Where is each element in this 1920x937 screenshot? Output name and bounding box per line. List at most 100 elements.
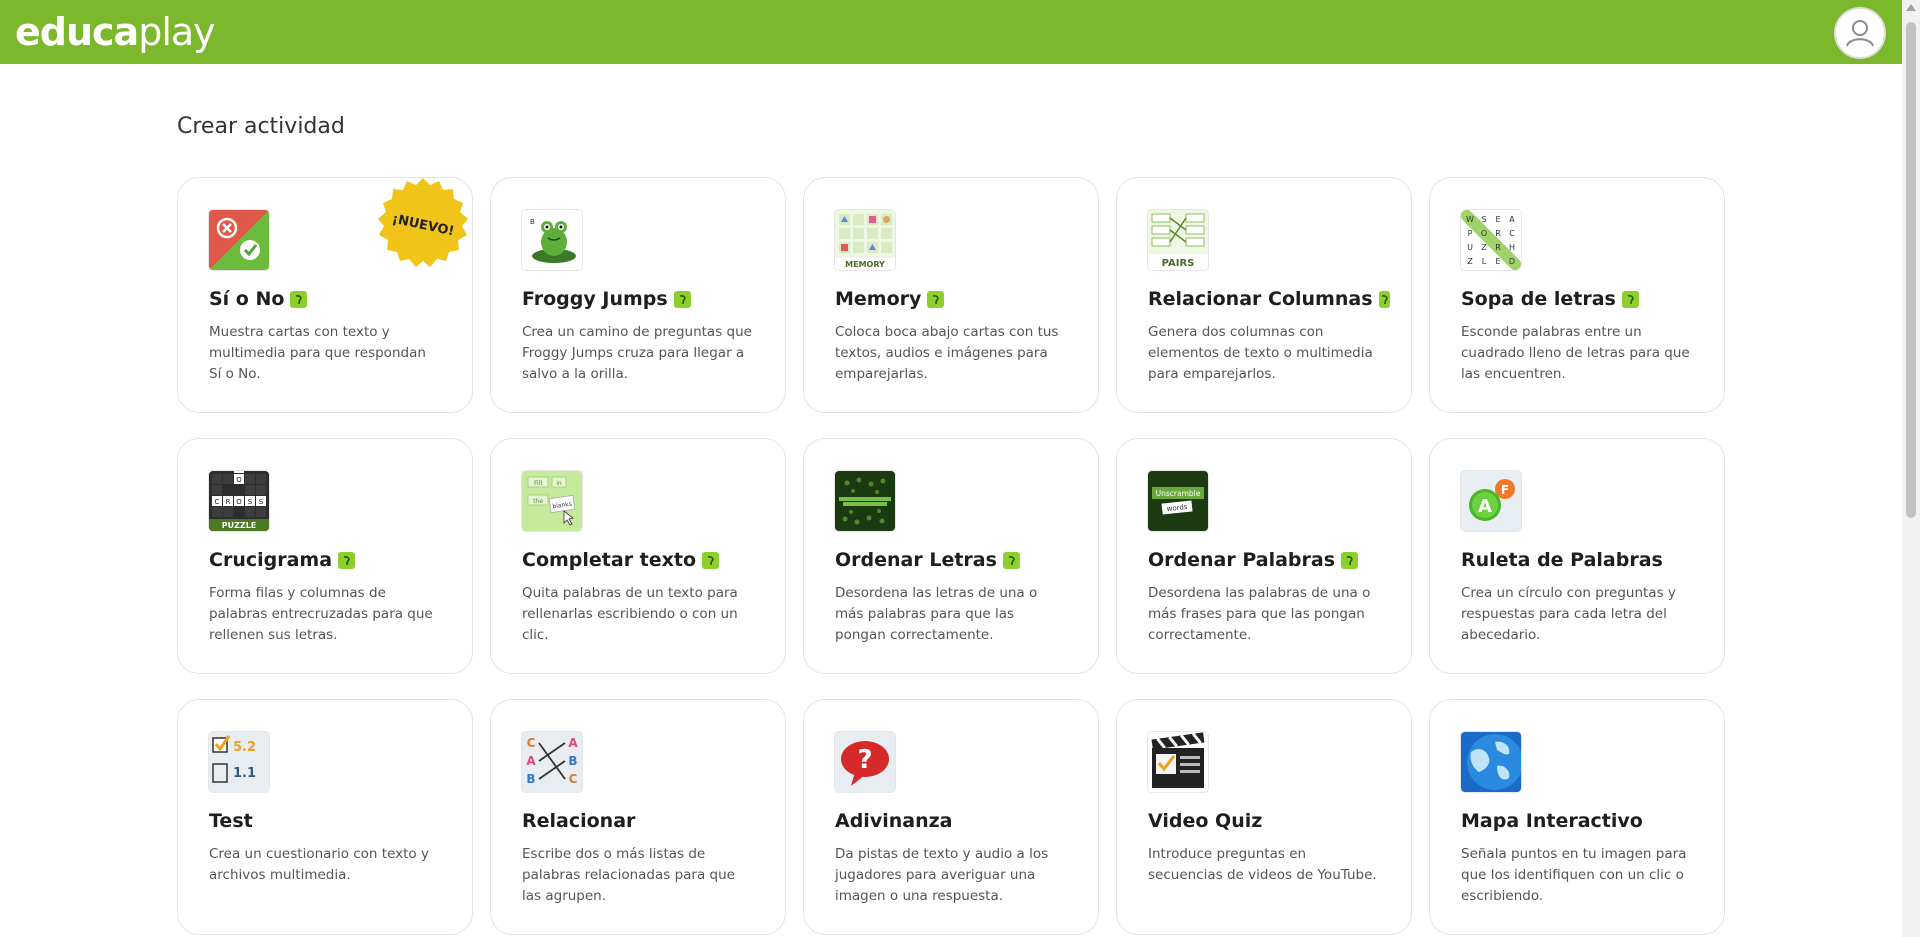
card-description: Crea un cuestionario con texto y archivo… (209, 846, 429, 883)
activity-card-sopa-de-letras[interactable]: WSEAPORCUZRHZLED Sopa de letras Esconde … (1429, 177, 1725, 413)
svg-text:A: A (1478, 496, 1492, 517)
card-title: Sí o No (209, 288, 285, 310)
unscramble-letters-icon (835, 471, 895, 531)
unscramble-words-icon: Unscramble words (1148, 471, 1208, 531)
svg-text:Unscramble: Unscramble (1156, 489, 1201, 498)
word-search-letter: R (1495, 243, 1501, 252)
svg-text:5.2: 5.2 (233, 740, 256, 755)
memory-icon: MEMORY (835, 210, 895, 270)
card-description: Escribe dos o más listas de palabras rel… (522, 846, 735, 904)
word-search-letter: D (1509, 257, 1515, 266)
svg-text:?: ? (857, 745, 872, 775)
card-title: Completar texto (522, 549, 697, 571)
video-quiz-icon (1148, 732, 1208, 792)
activity-card-mapa-interactivo[interactable]: Mapa Interactivo Señala puntos en tu ima… (1429, 699, 1725, 935)
user-icon (1846, 20, 1874, 47)
activity-grid: ¡NUEVO! Sí o No Muestra cartas con texto… (177, 177, 1727, 935)
audio-badge-icon (673, 290, 691, 308)
svg-text:F: F (1501, 483, 1509, 497)
card-description: Introduce preguntas en secuencias de vid… (1148, 846, 1377, 883)
card-title: Test (209, 810, 253, 832)
card-title: Froggy Jumps (522, 288, 668, 310)
word-search-icon: WSEAPORCUZRHZLED (1461, 210, 1521, 270)
card-title: Ordenar Letras (835, 549, 997, 571)
word-wheel-icon: F A (1461, 471, 1521, 531)
educaplay-logo[interactable]: educaplay (15, 10, 216, 54)
riddle-icon: ? (835, 732, 895, 792)
map-icon (1461, 732, 1521, 792)
card-title: Crucigrama (209, 549, 333, 571)
word-search-letter: P (1468, 229, 1473, 238)
card-description: Coloca boca abajo cartas con tus textos,… (835, 324, 1059, 382)
card-title: Mapa Interactivo (1461, 810, 1643, 832)
word-search-letter: L (1482, 257, 1487, 266)
activity-card-completar-texto[interactable]: Fill in the blanks Completar texto Quita… (490, 438, 786, 674)
svg-text:PUZZLE: PUZZLE (222, 521, 257, 530)
word-search-letter: E (1495, 215, 1500, 224)
activity-card-crucigrama[interactable]: PUZZLE WODCROSS Crucigrama Forma filas y… (177, 438, 473, 674)
word-search-letter: H (1509, 243, 1515, 252)
card-title: Adivinanza (835, 810, 953, 832)
svg-text:B: B (530, 218, 535, 226)
crossword-letter: S (248, 498, 253, 506)
user-avatar-button[interactable] (1834, 7, 1886, 59)
word-search-letter: U (1467, 243, 1473, 252)
nuevo-badge: ¡NUEVO! (378, 178, 468, 267)
card-title: Ruleta de Palabras (1461, 549, 1663, 571)
activity-card-ordenar-letras[interactable]: Ordenar Letras Desordena las letras de u… (803, 438, 1099, 674)
svg-text:A: A (526, 754, 536, 768)
card-description: Esconde palabras entre un cuadrado lleno… (1461, 324, 1690, 382)
page-title: Crear actividad (177, 114, 345, 139)
activity-card-adivinanza[interactable]: ? Adivinanza Da pistas de texto y audio … (803, 699, 1099, 935)
audio-badge-icon (338, 551, 356, 569)
activity-card-froggy-jumps[interactable]: B Froggy Jumps Crea un camino de pregunt… (490, 177, 786, 413)
card-description: Crea un camino de preguntas que Froggy J… (522, 324, 752, 382)
top-bar: educaplay (0, 0, 1902, 64)
svg-text:in: in (556, 480, 562, 487)
audio-badge-icon (1621, 290, 1639, 308)
activity-card-si-o-no[interactable]: ¡NUEVO! Sí o No Muestra cartas con texto… (177, 177, 473, 413)
test-icon: 5.2 1.1 (209, 732, 269, 792)
audio-badge-icon (702, 551, 720, 569)
word-search-letter: S (1481, 215, 1486, 224)
activity-card-relacionar-columnas[interactable]: PAIRS Relacionar Columnas Genera dos col… (1116, 177, 1412, 413)
word-search-letter: Z (1481, 243, 1487, 252)
crossword-letter: C (215, 498, 220, 506)
audio-badge-icon (1341, 551, 1359, 569)
card-title: Memory (835, 288, 922, 310)
page-scrollbar[interactable] (1902, 0, 1920, 937)
card-description: Quita palabras de un texto para rellenar… (522, 585, 738, 643)
svg-text:1.1: 1.1 (233, 766, 256, 781)
card-description: Da pistas de texto y audio a los jugador… (835, 846, 1049, 904)
word-search-letter: O (1481, 229, 1487, 238)
activity-card-ordenar-palabras[interactable]: Unscramble words Ordenar Palabras Desord… (1116, 438, 1412, 674)
activity-card-ruleta-de-palabras[interactable]: F A Ruleta de Palabras Crea un círculo c… (1429, 438, 1725, 674)
activity-card-relacionar[interactable]: C A B A B C Relacionar Escribe dos o más… (490, 699, 786, 935)
card-title: Video Quiz (1148, 810, 1263, 832)
word-search-letter: R (1495, 229, 1501, 238)
audio-badge-icon (1378, 290, 1390, 308)
scroll-thumb[interactable] (1906, 22, 1916, 518)
svg-text:MEMORY: MEMORY (845, 260, 885, 269)
card-title: Ordenar Palabras (1148, 549, 1336, 571)
frog-icon: B (522, 210, 582, 270)
crossword-letter: W (236, 471, 243, 473)
crossword-icon: PUZZLE WODCROSS (209, 471, 269, 531)
card-title: Relacionar Columnas (1148, 288, 1373, 310)
svg-text:B: B (568, 754, 577, 768)
activity-card-video-quiz[interactable]: Video Quiz Introduce preguntas en secuen… (1116, 699, 1412, 935)
activity-card-memory[interactable]: MEMORY Memory Coloca boca abajo cartas c… (803, 177, 1099, 413)
audio-badge-icon (290, 290, 308, 308)
pairs-icon: PAIRS (1148, 210, 1208, 270)
activity-card-test[interactable]: 5.2 1.1 Test Crea un cuestionario con te… (177, 699, 473, 935)
word-search-letter: E (1495, 257, 1500, 266)
crossword-letter: O (236, 476, 242, 484)
word-search-letter: Z (1467, 257, 1473, 266)
scroll-up-arrow-icon[interactable] (1906, 4, 1916, 11)
svg-text:A: A (568, 736, 578, 750)
fill-blanks-icon: Fill in the blanks (522, 471, 582, 531)
svg-text:Fill: Fill (534, 480, 542, 487)
card-description: Forma filas y columnas de palabras entre… (209, 585, 433, 643)
word-search-letter: A (1509, 215, 1515, 224)
crossword-letter: O (236, 498, 242, 506)
